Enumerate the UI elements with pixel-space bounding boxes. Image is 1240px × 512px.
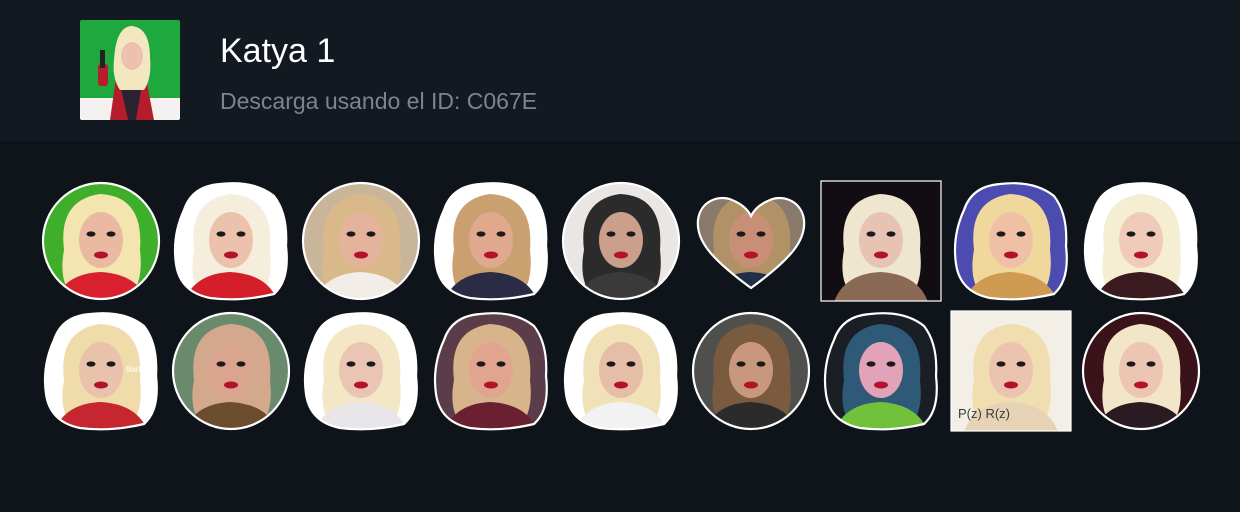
sticker-15[interactable] [690, 310, 812, 432]
sticker-17[interactable]: P(z) R(z) [950, 310, 1072, 432]
sticker-10-image: Barbara what? [43, 312, 158, 431]
sticker-3[interactable] [300, 180, 422, 302]
pack-header: Katya 1 Descarga usando el ID: C067E [0, 0, 1240, 141]
sticker-18-image [1081, 311, 1201, 431]
sticker-11-image [171, 311, 291, 431]
sticker-14-image [563, 312, 678, 431]
sticker-7-image [820, 180, 942, 302]
sticker-17-image: P(z) R(z) [950, 310, 1072, 432]
sticker-2[interactable] [170, 180, 292, 302]
pack-thumbnail-image [80, 20, 180, 120]
pack-thumbnail[interactable] [80, 20, 180, 120]
sticker-6[interactable] [690, 180, 812, 302]
sticker-1-image [41, 181, 161, 301]
sticker-13-image [433, 312, 548, 431]
sticker-12-image [303, 312, 418, 431]
sticker-10[interactable]: Barbara what? [40, 310, 162, 432]
sticker-4[interactable] [430, 180, 552, 302]
sticker-11[interactable] [170, 310, 292, 432]
sticker-5-image [561, 181, 681, 301]
sticker-16-image [823, 312, 938, 431]
sticker-18[interactable] [1080, 310, 1202, 432]
sticker-13[interactable] [430, 310, 552, 432]
sticker-5[interactable] [560, 180, 682, 302]
sticker-7[interactable] [820, 180, 942, 302]
sticker-12[interactable] [300, 310, 422, 432]
sticker-9[interactable] [1080, 180, 1202, 302]
sticker-4-image [433, 182, 548, 301]
sticker-2-image [173, 182, 288, 301]
pack-title: Katya 1 [220, 32, 336, 70]
sticker-17-caption: P(z) R(z) [958, 406, 1010, 421]
sticker-16[interactable] [820, 310, 942, 432]
pack-download-id: Descarga usando el ID: C067E [220, 88, 538, 114]
sticker-9-image [1083, 182, 1198, 301]
sticker-8[interactable] [950, 180, 1072, 302]
sticker-15-image [691, 311, 811, 431]
sticker-14[interactable] [560, 310, 682, 432]
sticker-6-image [696, 196, 806, 290]
sticker-8-image [953, 182, 1068, 301]
sticker-1[interactable] [40, 180, 162, 302]
sticker-3-image [301, 181, 421, 301]
